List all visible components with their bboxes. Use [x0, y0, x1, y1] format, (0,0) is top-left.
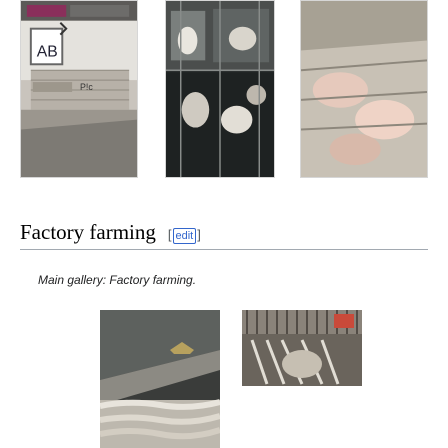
- section-title: Factory farming: [20, 220, 156, 244]
- edit-bracket-open: [: [167, 227, 172, 242]
- hatnote-prefix: Main gallery:: [38, 273, 110, 287]
- gallery-thumbnail-pigs[interactable]: [300, 0, 428, 178]
- hatnote-link[interactable]: Factory farming.: [109, 273, 196, 287]
- hatnote: Main gallery: Factory farming.: [38, 273, 196, 287]
- pigs-photo: [301, 1, 427, 177]
- edit-section-links: [edit]: [168, 227, 201, 244]
- gallery-row-top: AB P!c: [0, 0, 448, 190]
- sign-text: AB: [37, 43, 58, 60]
- cages-photo: AB P!c: [21, 1, 137, 177]
- gallery-thumbnail-birds[interactable]: [165, 0, 275, 178]
- poultry-shed-photo: [100, 310, 220, 448]
- small-sign-text: P!c: [80, 82, 93, 92]
- gallery-row-bottom: [0, 310, 448, 448]
- edit-bracket-close: ]: [197, 227, 201, 242]
- section-heading: Factory farming [edit]: [20, 220, 428, 250]
- edit-section-button[interactable]: edit: [172, 228, 197, 244]
- gallery-thumbnail-crates[interactable]: [242, 310, 362, 386]
- crates-photo: [242, 310, 362, 386]
- birds-photo: [166, 1, 274, 177]
- gallery-thumbnail-cages[interactable]: AB P!c: [20, 0, 138, 178]
- gallery-thumbnail-poultry-shed[interactable]: [100, 310, 220, 448]
